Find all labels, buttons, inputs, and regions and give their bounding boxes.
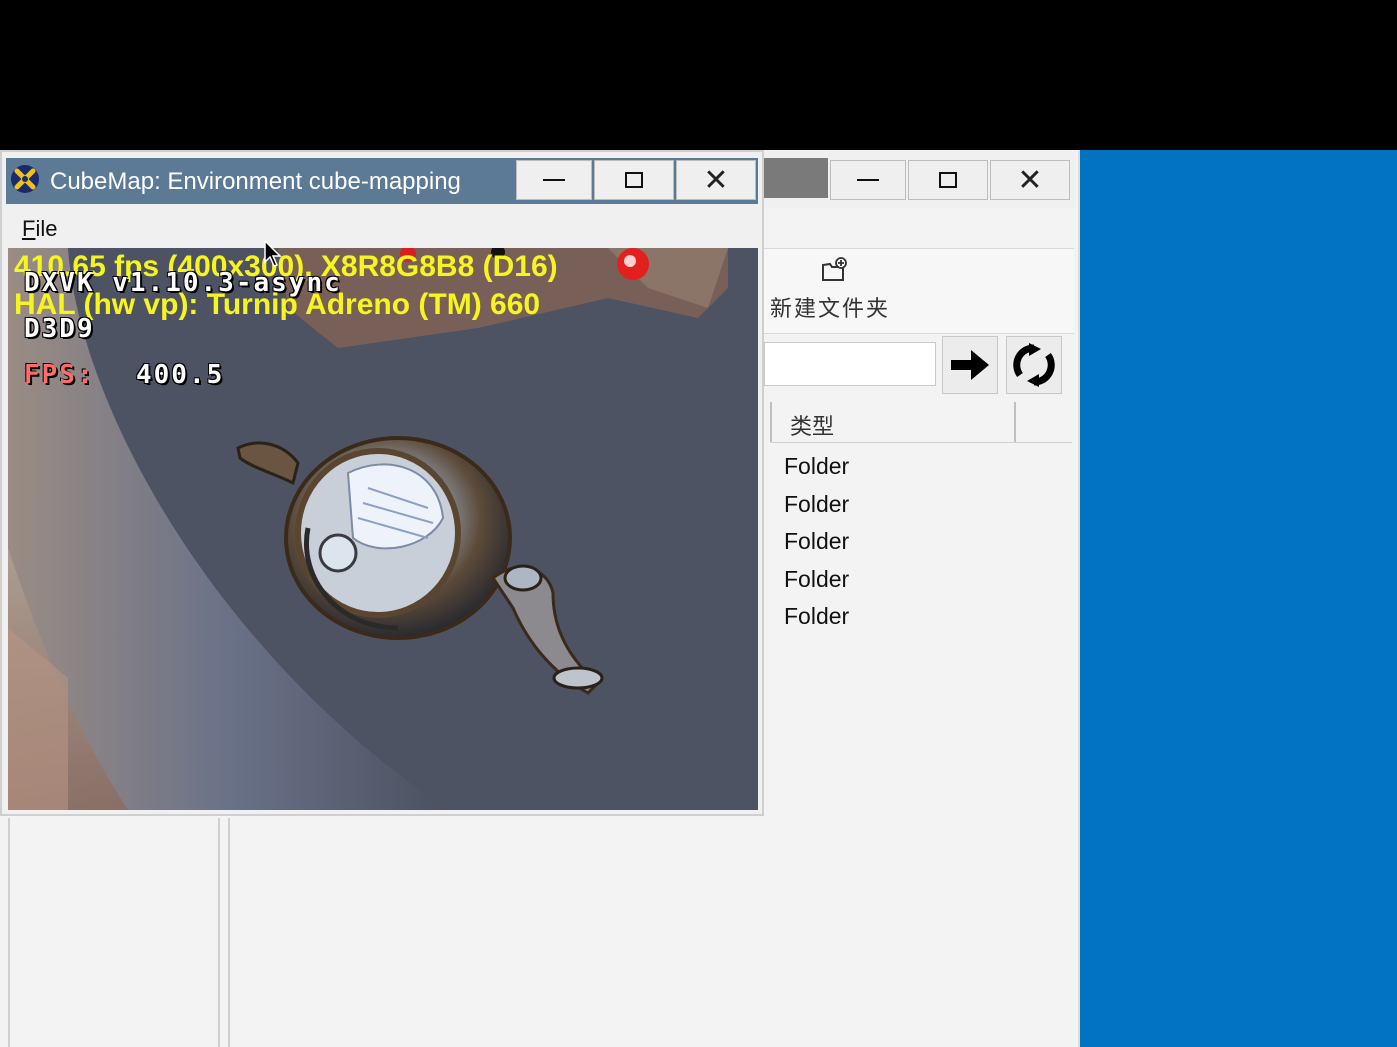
directx-app-icon [11, 165, 39, 193]
file-list: Folder Folder Folder Folder Folder [784, 450, 849, 638]
column-header-label: 类型 [790, 415, 835, 440]
list-item[interactable]: Folder [784, 525, 849, 563]
cubemap-window: CubeMap: Environment cube-mapping ✕ File [0, 150, 764, 816]
pane-divider [228, 818, 230, 1047]
explorer-maximize-button[interactable] [908, 160, 988, 200]
close-icon: ✕ [703, 162, 729, 198]
cubemap-scene [8, 248, 758, 810]
hud-api-label: D3D9 [24, 314, 95, 344]
hud-fps-label: FPS: [24, 360, 95, 390]
black-top-area [0, 0, 1397, 150]
explorer-ribbon: 新建文件夹 [764, 248, 1074, 334]
hud-fps-value: 400.5 [136, 360, 225, 390]
refresh-button[interactable] [1006, 336, 1062, 394]
close-icon: ✕ [1017, 162, 1043, 198]
new-folder-icon [822, 257, 847, 281]
list-item[interactable]: Folder [784, 488, 849, 526]
go-button[interactable] [942, 336, 998, 394]
list-item[interactable]: Folder [784, 563, 849, 601]
column-separator [770, 402, 772, 442]
pane-divider[interactable] [218, 818, 220, 1047]
address-bar-input[interactable] [764, 342, 936, 386]
close-button[interactable]: ✕ [676, 160, 756, 200]
render-viewport[interactable]: 410.65 fps (400x300), X8R8G8B8 (D16) DXV… [8, 248, 758, 810]
explorer-minimize-button[interactable] [830, 160, 906, 200]
maximize-button[interactable] [594, 160, 674, 200]
pane-divider [8, 818, 10, 1047]
explorer-titlebar-dark-segment [764, 158, 828, 198]
column-header-type[interactable]: 类型 [770, 402, 1072, 443]
refresh-icon [1013, 343, 1055, 387]
window-title: CubeMap: Environment cube-mapping [50, 168, 461, 195]
list-item[interactable]: Folder [784, 600, 849, 638]
list-item[interactable]: Folder [784, 450, 849, 488]
menu-file[interactable]: File [22, 216, 57, 242]
column-separator[interactable] [1014, 402, 1016, 442]
explorer-close-button[interactable]: ✕ [990, 160, 1070, 200]
desktop-background [1078, 150, 1397, 1047]
new-folder-button[interactable]: 新建文件夹 [764, 249, 914, 333]
arrow-right-icon [951, 350, 989, 380]
desktop: ✕ 新建文件夹 类型 Folder Folder Folder Folder F… [0, 0, 1397, 1047]
minimize-button[interactable] [516, 160, 592, 200]
menu-bar [6, 206, 758, 248]
new-folder-label: 新建文件夹 [770, 297, 891, 322]
mouse-cursor-icon [264, 240, 282, 267]
